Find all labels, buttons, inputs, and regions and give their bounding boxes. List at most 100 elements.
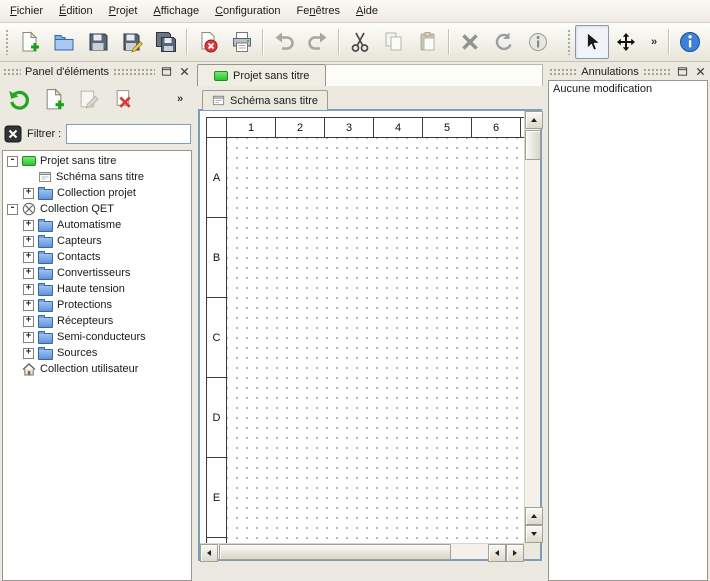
clear-filter-button[interactable] [3, 125, 22, 144]
tree-item-label: Collection utilisateur [40, 363, 138, 375]
scroll-down-button[interactable] [525, 525, 543, 543]
schema-grid-canvas[interactable] [227, 138, 524, 543]
expander-icon[interactable]: + [23, 284, 34, 295]
expander-icon[interactable]: + [23, 220, 34, 231]
reload-collections-button[interactable] [4, 84, 34, 114]
tree-item-schema-sans-titre[interactable]: Schéma sans titre [3, 169, 191, 185]
tree-item-haute-tension[interactable]: + Haute tension [3, 281, 191, 297]
cut-button[interactable] [343, 25, 377, 59]
vertical-scroll-thumb[interactable] [525, 130, 541, 160]
undo-panel-titlebar[interactable]: Annulations [548, 62, 708, 80]
tree-item-label: Collection QET [40, 203, 114, 215]
save-as-button[interactable] [115, 25, 149, 59]
float-panel-button[interactable] [675, 65, 689, 79]
menu-fichier[interactable]: Fichier [2, 0, 51, 22]
redo-button[interactable] [301, 25, 335, 59]
tree-item-protections[interactable]: + Protections [3, 297, 191, 313]
expander-icon[interactable]: - [7, 156, 18, 167]
edit-element-button[interactable] [74, 84, 104, 114]
toolbar-drag-handle[interactable] [5, 29, 10, 55]
expander-icon[interactable]: + [23, 252, 34, 263]
menu-fenetres[interactable]: Fenêtres [289, 0, 348, 22]
scroll-up-button-2[interactable] [525, 507, 543, 525]
new-document-button[interactable] [13, 25, 47, 59]
arrow-left-icon [495, 550, 499, 556]
tree-item-collection-utilisateur[interactable]: Collection utilisateur [3, 361, 191, 377]
copy-button[interactable] [377, 25, 411, 59]
horizontal-scrollbar[interactable] [200, 543, 524, 559]
tree-item-label: Convertisseurs [57, 267, 130, 279]
tree-item-convertisseurs[interactable]: + Convertisseurs [3, 265, 191, 281]
undo-button[interactable] [267, 25, 301, 59]
tree-item-automatisme[interactable]: + Automatisme [3, 217, 191, 233]
expander-icon[interactable]: + [23, 300, 34, 311]
filter-input[interactable] [66, 124, 191, 144]
delete-button[interactable] [453, 25, 487, 59]
expander-icon[interactable]: + [23, 332, 34, 343]
expander-icon[interactable]: + [23, 188, 34, 199]
schema-viewport[interactable]: 1 2 3 4 5 6 A B C D E [200, 111, 524, 543]
undo-history-list[interactable]: Aucune modification [548, 80, 708, 581]
vertical-scroll-track[interactable] [525, 129, 540, 507]
dock-drag-handle[interactable] [113, 68, 155, 76]
close-icon [695, 66, 706, 77]
menu-aide[interactable]: Aide [348, 0, 386, 22]
expander-icon[interactable]: + [23, 316, 34, 327]
tab-projet-sans-titre[interactable]: Projet sans titre [197, 64, 326, 86]
scroll-right-button[interactable] [506, 544, 524, 562]
tree-item-recepteurs[interactable]: + Récepteurs [3, 313, 191, 329]
float-icon [161, 66, 172, 77]
save-all-button[interactable] [149, 25, 183, 59]
open-project-button[interactable] [47, 25, 81, 59]
properties-button[interactable] [521, 25, 555, 59]
tab-schema-sans-titre[interactable]: Schéma sans titre [202, 90, 328, 110]
dock-drag-handle[interactable] [549, 68, 577, 76]
delete-element-button[interactable] [109, 84, 139, 114]
tree-item-contacts[interactable]: + Contacts [3, 249, 191, 265]
scroll-up-button[interactable] [525, 111, 543, 129]
close-project-button[interactable] [191, 25, 225, 59]
dock-drag-handle[interactable] [643, 68, 671, 76]
arrow-up-icon [531, 514, 537, 518]
elements-panel-titlebar[interactable]: Panel d'éléments [2, 62, 192, 80]
tree-item-projet-sans-titre[interactable]: - Projet sans titre [3, 153, 191, 169]
vertical-scrollbar[interactable] [524, 111, 540, 543]
menu-configuration[interactable]: Configuration [207, 0, 288, 22]
scroll-left-button[interactable] [200, 544, 218, 562]
expander-icon[interactable]: + [23, 236, 34, 247]
new-element-button[interactable] [39, 84, 69, 114]
tree-item-semi-conducteurs[interactable]: + Semi-conducteurs [3, 329, 191, 345]
tree-item-collection-qet[interactable]: - Collection QET [3, 201, 191, 217]
menu-affichage[interactable]: Affichage [145, 0, 207, 22]
expander-icon[interactable]: + [23, 348, 34, 359]
menu-projet[interactable]: Projet [101, 0, 146, 22]
pan-mode-button[interactable] [609, 25, 643, 59]
undo-icon [273, 31, 295, 53]
expander-icon[interactable]: + [23, 268, 34, 279]
about-button[interactable] [673, 25, 707, 59]
paste-button[interactable] [411, 25, 445, 59]
save-icon [87, 31, 109, 53]
undo-list-item[interactable]: Aucune modification [553, 83, 703, 95]
scroll-left-button-2[interactable] [488, 544, 506, 562]
row-header: E [207, 458, 227, 538]
select-mode-button[interactable] [575, 25, 609, 59]
save-button[interactable] [81, 25, 115, 59]
expander-icon[interactable]: - [7, 204, 18, 215]
pan-mode-icon [615, 31, 637, 53]
horizontal-scroll-thumb[interactable] [219, 544, 451, 560]
horizontal-scroll-track[interactable] [218, 544, 488, 559]
close-panel-button[interactable] [177, 65, 191, 79]
print-button[interactable] [225, 25, 259, 59]
toolbar-overflow-button[interactable]: » [643, 25, 665, 59]
close-panel-button[interactable] [693, 65, 707, 79]
rotate-button[interactable] [487, 25, 521, 59]
menu-edition[interactable]: Édition [51, 0, 101, 22]
panel-toolbar-overflow-button[interactable]: » [170, 84, 190, 114]
float-panel-button[interactable] [159, 65, 173, 79]
tree-item-collection-projet[interactable]: + Collection projet [3, 185, 191, 201]
tree-item-capteurs[interactable]: + Capteurs [3, 233, 191, 249]
toolbar-drag-handle[interactable] [567, 29, 572, 55]
tree-item-sources[interactable]: + Sources [3, 345, 191, 361]
dock-drag-handle[interactable] [3, 68, 21, 76]
